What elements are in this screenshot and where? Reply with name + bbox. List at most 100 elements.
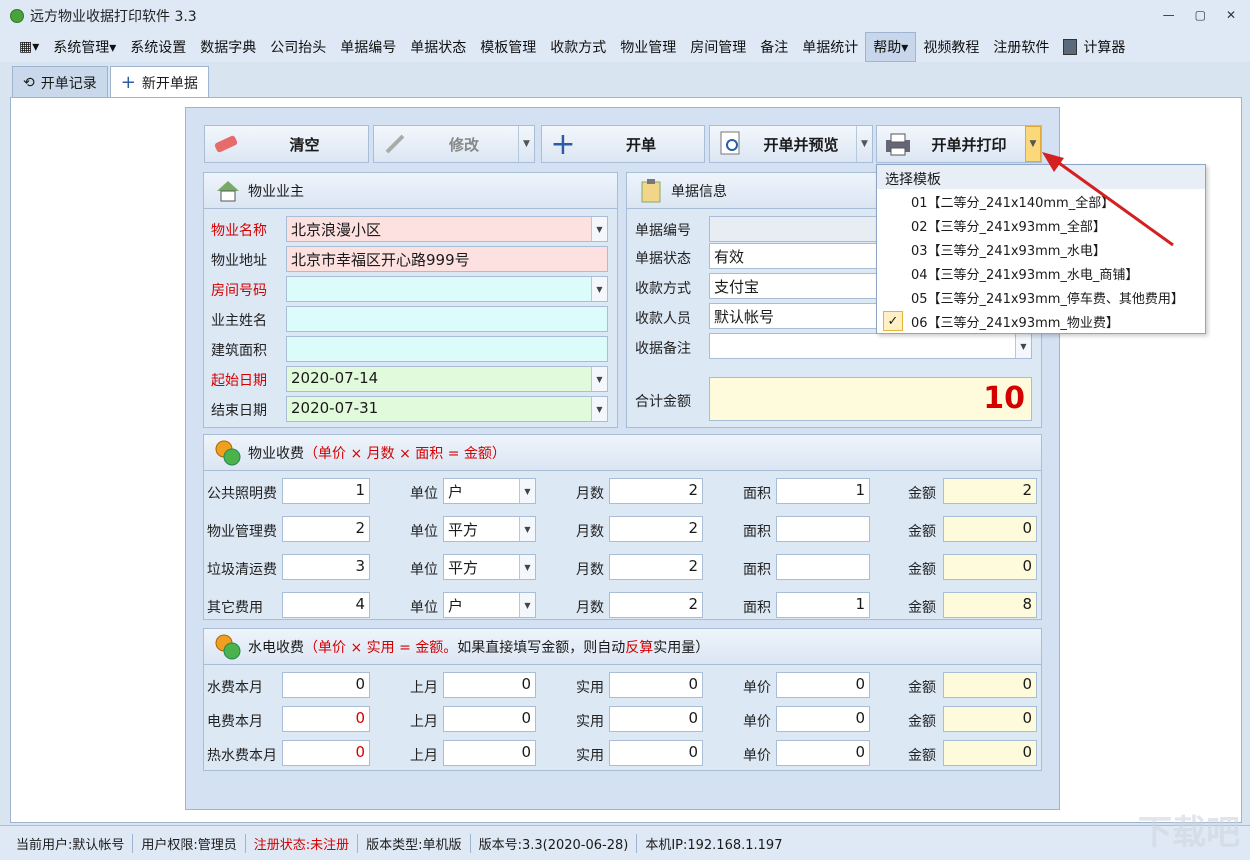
template-option[interactable]: 05【三等分_241x93mm_停车费、其他费用】 <box>877 285 1205 309</box>
last-reading-field[interactable]: 0 <box>443 672 536 698</box>
menu-settings[interactable]: 系统设置 <box>123 33 193 61</box>
property-name-combo[interactable]: 北京浪漫小区▼ <box>286 216 608 242</box>
menu-notes[interactable]: 备注 <box>753 33 795 61</box>
unit-price-field[interactable]: 2 <box>282 516 370 542</box>
property-address-field[interactable]: 北京市幸福区开心路999号 <box>286 246 608 272</box>
status-bar: 当前用户:默认帐号 用户权限:管理员 注册状态:未注册 版本类型:单机版 版本号… <box>0 825 1250 860</box>
area-field[interactable] <box>776 516 870 542</box>
area-field[interactable]: 1 <box>776 478 870 504</box>
status-user: 当前用户:默认帐号 <box>8 834 133 853</box>
chevron-down-icon[interactable]: ▼ <box>519 479 535 503</box>
menu-register[interactable]: 注册软件 <box>986 33 1056 61</box>
area-field[interactable]: 1 <box>776 592 870 618</box>
used-field[interactable]: 0 <box>609 706 703 732</box>
app-menu-icon[interactable]: ▦▾ <box>12 35 46 59</box>
menu-property[interactable]: 物业管理 <box>613 33 683 61</box>
menu-calculator[interactable]: 计算器 <box>1056 33 1132 61</box>
current-reading-field[interactable]: 0 <box>282 672 370 698</box>
last-month-label: 上月 <box>410 677 438 697</box>
price-field[interactable]: 0 <box>776 672 870 698</box>
current-reading-field[interactable]: 0 <box>282 706 370 732</box>
minimize-icon[interactable]: — <box>1163 8 1175 22</box>
meter-name-label: 水费本月 <box>207 677 263 697</box>
watermark-logo: 下载吧 <box>1138 805 1240 854</box>
edit-label: 修改 <box>410 134 518 155</box>
unit-price-field[interactable]: 3 <box>282 554 370 580</box>
used-field[interactable]: 0 <box>609 740 703 766</box>
menu-stats[interactable]: 单据统计 <box>795 33 865 61</box>
preview-icon <box>716 129 746 159</box>
open-preview-button[interactable]: 开单并预览 ▼ <box>709 125 873 163</box>
used-field[interactable]: 0 <box>609 672 703 698</box>
unit-price-field[interactable]: 4 <box>282 592 370 618</box>
maximize-icon[interactable]: ▢ <box>1195 8 1206 22</box>
menu-dict[interactable]: 数据字典 <box>193 33 263 61</box>
start-date-picker[interactable]: 2020-07-14▼ <box>286 366 608 392</box>
last-month-label: 上月 <box>410 745 438 765</box>
months-field[interactable]: 2 <box>609 592 703 618</box>
menu-status[interactable]: 单据状态 <box>403 33 473 61</box>
owner-name-field[interactable] <box>286 306 608 332</box>
eraser-icon <box>211 129 241 159</box>
menu-system[interactable]: 系统管理▾ <box>46 33 123 61</box>
area-label: 面积 <box>743 559 771 579</box>
menu-bar: ▦▾ 系统管理▾ 系统设置 数据字典 公司抬头 单据编号 单据状态 模板管理 收… <box>0 32 1250 62</box>
chevron-down-icon[interactable]: ▼ <box>518 126 534 162</box>
menu-video[interactable]: 视频教程 <box>916 33 986 61</box>
chevron-down-icon[interactable]: ▼ <box>1015 334 1031 358</box>
price-label: 单价 <box>743 745 771 765</box>
owner-name-label: 业主姓名 <box>211 310 267 330</box>
tab-records[interactable]: ⟲开单记录 <box>12 66 108 98</box>
room-number-label: 房间号码 <box>211 280 267 300</box>
template-option[interactable]: ✓06【三等分_241x93mm_物业费】 <box>877 309 1205 333</box>
open-button[interactable]: + 开单 <box>541 125 705 163</box>
chevron-down-icon[interactable]: ▼ <box>519 517 535 541</box>
menu-header[interactable]: 公司抬头 <box>263 33 333 61</box>
menu-room[interactable]: 房间管理 <box>683 33 753 61</box>
status-ip: 本机IP:192.168.1.197 <box>637 834 790 853</box>
menu-payment[interactable]: 收款方式 <box>543 33 613 61</box>
close-icon[interactable]: ✕ <box>1226 8 1236 22</box>
amount-label: 金额 <box>908 559 936 579</box>
unit-combo[interactable]: 平方▼ <box>443 554 536 580</box>
unit-combo[interactable]: 平方▼ <box>443 516 536 542</box>
menu-help[interactable]: 帮助▾ <box>865 32 916 62</box>
building-area-field[interactable] <box>286 336 608 362</box>
unit-combo[interactable]: 户▼ <box>443 478 536 504</box>
chevron-down-icon[interactable]: ▼ <box>591 277 607 301</box>
template-option[interactable]: 04【三等分_241x93mm_水电_商铺】 <box>877 261 1205 285</box>
end-date-picker[interactable]: 2020-07-31▼ <box>286 396 608 422</box>
clear-label: 清空 <box>241 134 368 155</box>
unit-price-field[interactable]: 1 <box>282 478 370 504</box>
meter-name-label: 电费本月 <box>207 711 263 731</box>
chevron-down-icon[interactable]: ▼ <box>591 397 607 421</box>
chevron-down-icon[interactable]: ▼ <box>591 367 607 391</box>
unit-label: 单位 <box>410 483 438 503</box>
area-field[interactable] <box>776 554 870 580</box>
months-field[interactable]: 2 <box>609 554 703 580</box>
edit-button[interactable]: 修改 ▼ <box>373 125 535 163</box>
last-reading-field[interactable]: 0 <box>443 706 536 732</box>
chevron-down-icon[interactable]: ▼ <box>519 593 535 617</box>
price-field[interactable]: 0 <box>776 740 870 766</box>
current-reading-field[interactable]: 0 <box>282 740 370 766</box>
tab-new-receipt[interactable]: +新开单据 <box>110 66 209 98</box>
receipt-notes-combo[interactable]: ▼ <box>709 333 1032 359</box>
coins-icon <box>214 439 242 467</box>
last-reading-field[interactable]: 0 <box>443 740 536 766</box>
receipt-header: 单据信息 <box>671 181 727 201</box>
months-field[interactable]: 2 <box>609 516 703 542</box>
chevron-down-icon[interactable]: ▼ <box>519 555 535 579</box>
chevron-down-icon[interactable]: ▼ <box>591 217 607 241</box>
months-field[interactable]: 2 <box>609 478 703 504</box>
chevron-down-icon[interactable]: ▼ <box>856 126 872 162</box>
room-number-combo[interactable]: ▼ <box>286 276 608 302</box>
menu-numbering[interactable]: 单据编号 <box>333 33 403 61</box>
unit-combo[interactable]: 户▼ <box>443 592 536 618</box>
clear-button[interactable]: 清空 <box>204 125 369 163</box>
calculator-icon <box>1063 39 1077 55</box>
menu-templates[interactable]: 模板管理 <box>473 33 543 61</box>
price-field[interactable]: 0 <box>776 706 870 732</box>
amount-label: 金额 <box>908 597 936 617</box>
open-print-button[interactable]: 开单并打印 ▼ <box>876 125 1042 163</box>
